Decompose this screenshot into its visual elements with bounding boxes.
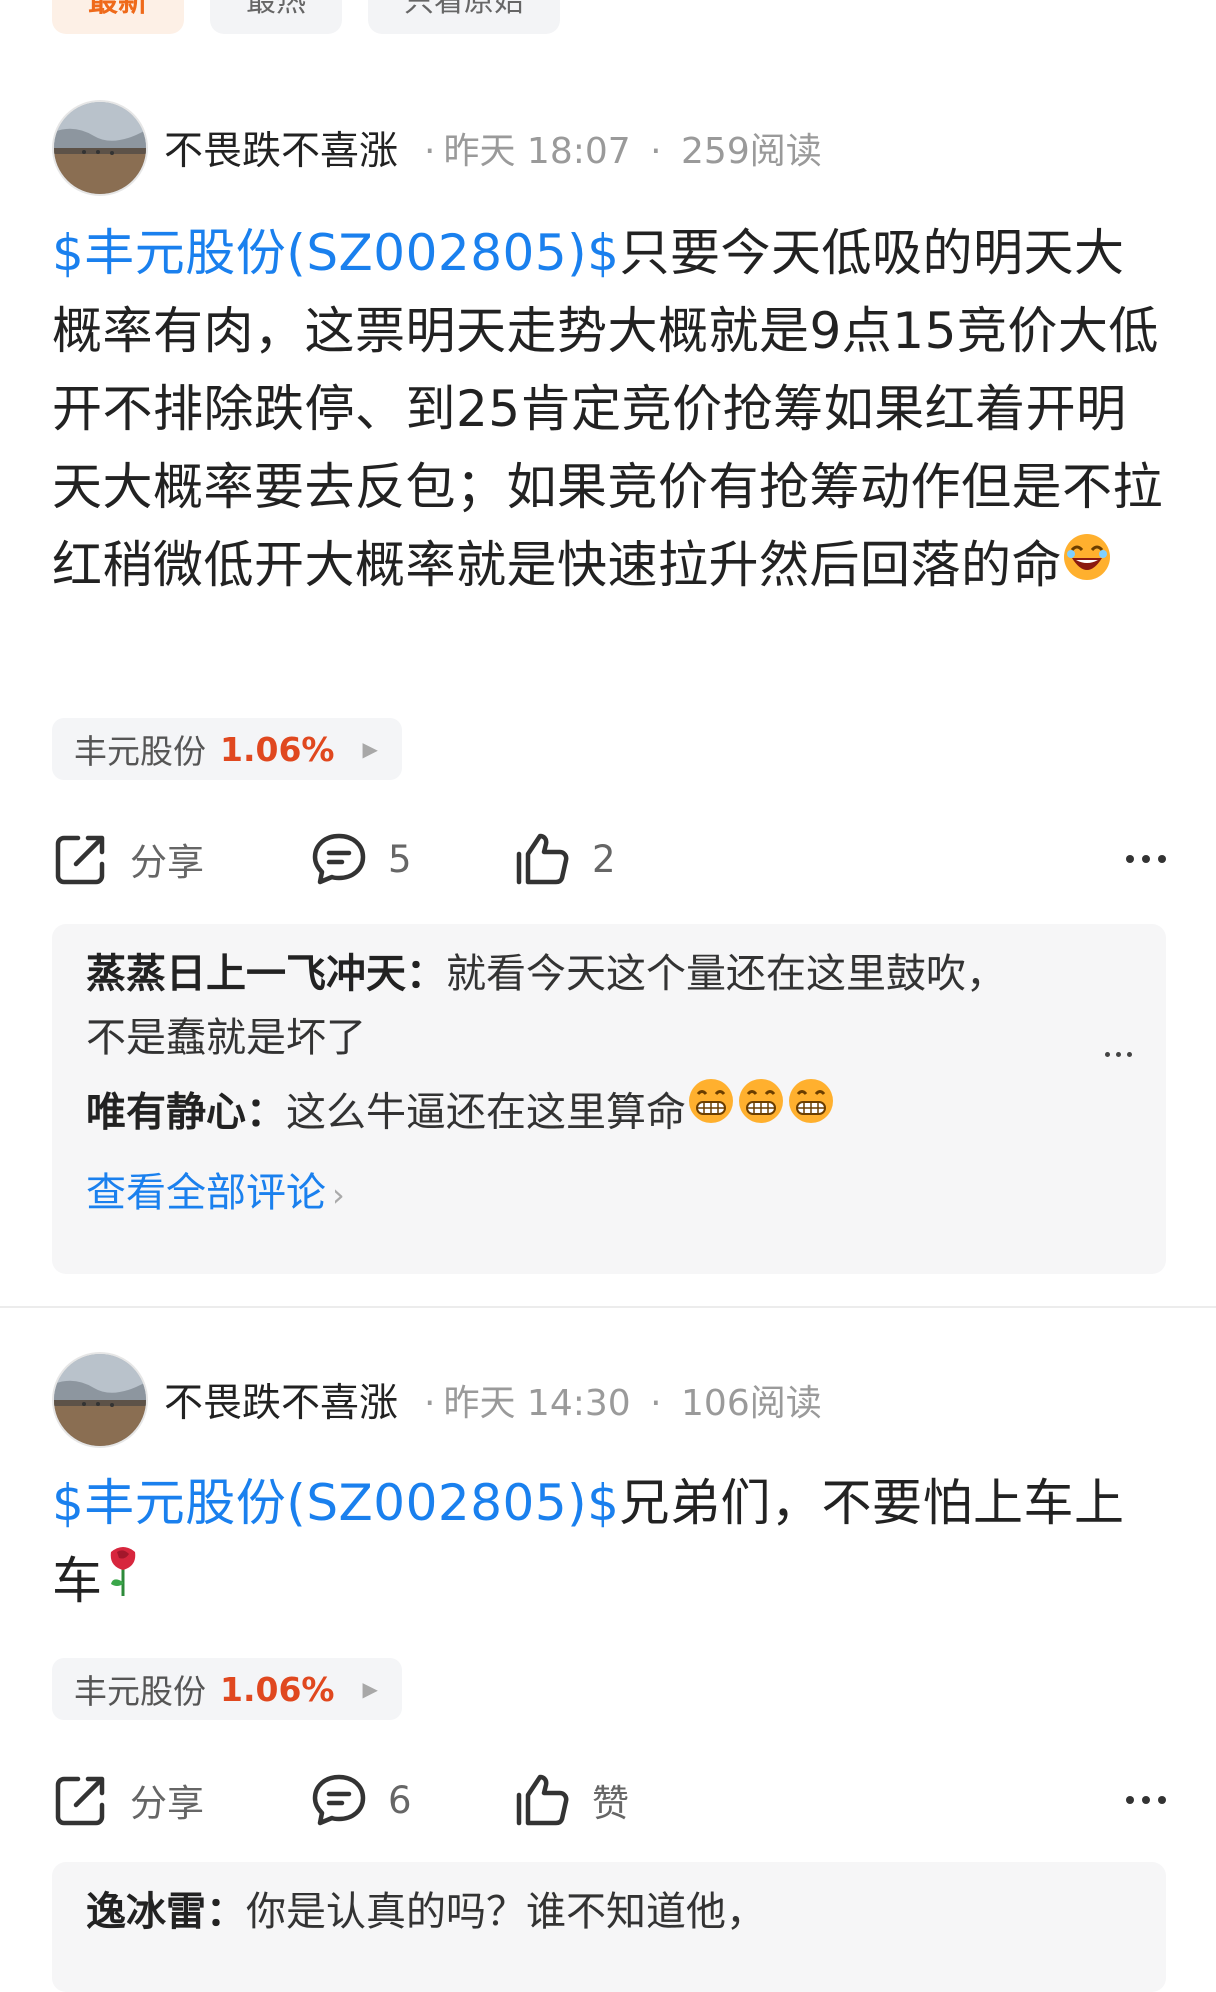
stock-tag-change: 1.06%	[220, 1669, 335, 1709]
post-meta: · 昨天 18:07 · 259阅读	[424, 131, 822, 172]
commenter-name[interactable]: 蒸蒸日上一飞冲天：	[86, 951, 446, 997]
like-icon	[516, 1774, 569, 1826]
action-bar: 分享 5 2	[52, 824, 1172, 894]
comment-button[interactable]: 5	[310, 830, 514, 888]
post-time: 昨天 18:07	[443, 131, 631, 172]
stock-link[interactable]: $丰元股份(SZ002805)$	[52, 224, 620, 282]
author-name[interactable]: 不畏跌不喜涨	[164, 1372, 398, 1428]
post-time: 昨天 14:30	[443, 1383, 631, 1424]
like-count: 2	[592, 837, 616, 881]
comment-item[interactable]: 蒸蒸日上一飞冲天：就看今天这个量还在这里鼓吹，不是蠢就是坏了	[86, 942, 1036, 1070]
more-icon[interactable]	[1126, 855, 1166, 863]
post-content[interactable]: $丰元股份(SZ002805)$只要今天低吸的明天大概率有肉，这票明天走势大概就…	[52, 214, 1170, 608]
like-label: 赞	[592, 1782, 629, 1825]
caret-right-icon: ▶	[362, 1677, 378, 1701]
author-name[interactable]: 不畏跌不喜涨	[164, 120, 398, 176]
tab-original-only[interactable]: 只看原始	[368, 0, 560, 34]
post-header: 不畏跌不喜涨 · 昨天 14:30 · 106阅读	[52, 1352, 822, 1448]
tab-latest[interactable]: 最新	[52, 0, 184, 34]
avatar[interactable]	[52, 100, 148, 196]
comment-more-icon[interactable]	[1105, 1052, 1132, 1057]
post-content[interactable]: $丰元股份(SZ002805)$兄弟们，不要怕上车上车	[52, 1464, 1170, 1624]
share-icon	[55, 835, 105, 885]
grin-emoji	[786, 1076, 836, 1145]
share-icon	[55, 1776, 105, 1826]
comment-button[interactable]: 6	[310, 1771, 514, 1829]
laugh-emoji	[1062, 526, 1112, 604]
comment-preview: 蒸蒸日上一飞冲天：就看今天这个量还在这里鼓吹，不是蠢就是坏了 唯有静心：这么牛逼…	[52, 924, 1166, 1274]
grin-emoji	[736, 1076, 786, 1145]
comment-preview: 逸冰雷：你是认真的吗？谁不知道他，	[52, 1862, 1166, 1992]
read-count: 259阅读	[681, 131, 822, 172]
share-button[interactable]: 分享	[52, 1771, 310, 1829]
caret-right-icon: ▶	[362, 737, 378, 761]
like-button[interactable]: 赞	[514, 1771, 814, 1829]
share-button[interactable]: 分享	[52, 830, 310, 888]
rose-emoji	[103, 1542, 143, 1620]
action-bar: 分享 6 赞	[52, 1765, 1172, 1835]
stock-tag-change: 1.06%	[220, 729, 335, 769]
stock-tag[interactable]: 丰元股份 1.06% ▶	[52, 718, 402, 780]
avatar[interactable]	[52, 1352, 148, 1448]
post-header: 不畏跌不喜涨 · 昨天 18:07 · 259阅读	[52, 100, 822, 196]
grin-emoji	[686, 1076, 736, 1145]
filter-tabs: 最新 最热 只看原始	[52, 0, 560, 34]
view-all-comments-link[interactable]: 查看全部评论 ›	[86, 1161, 1132, 1227]
comment-count: 5	[388, 837, 412, 881]
comment-item[interactable]: 逸冰雷：你是认真的吗？谁不知道他，	[86, 1880, 1132, 1944]
comment-count: 6	[388, 1778, 412, 1822]
comment-icon	[312, 833, 366, 885]
like-icon	[516, 833, 569, 885]
like-button[interactable]: 2	[514, 830, 814, 888]
stock-tag[interactable]: 丰元股份 1.06% ▶	[52, 1658, 402, 1720]
post-divider	[0, 1306, 1216, 1308]
read-count: 106阅读	[681, 1383, 822, 1424]
stock-tag-name: 丰元股份	[74, 732, 206, 771]
share-label: 分享	[130, 841, 204, 884]
more-icon[interactable]	[1126, 1796, 1166, 1804]
post-meta: · 昨天 14:30 · 106阅读	[424, 1383, 822, 1424]
commenter-name[interactable]: 唯有静心：	[86, 1090, 286, 1136]
comment-text: 你是认真的吗？谁不知道他，	[246, 1889, 766, 1935]
share-label: 分享	[130, 1782, 204, 1825]
chevron-right-icon: ›	[332, 1176, 345, 1214]
comment-text: 这么牛逼还在这里算命	[286, 1089, 686, 1136]
commenter-name[interactable]: 逸冰雷：	[86, 1889, 246, 1935]
comment-item[interactable]: 唯有静心：这么牛逼还在这里算命	[86, 1079, 1132, 1149]
stock-tag-name: 丰元股份	[74, 1672, 206, 1711]
stock-link[interactable]: $丰元股份(SZ002805)$	[52, 1474, 620, 1532]
comment-icon	[312, 1774, 366, 1826]
tab-hot[interactable]: 最热	[210, 0, 342, 34]
